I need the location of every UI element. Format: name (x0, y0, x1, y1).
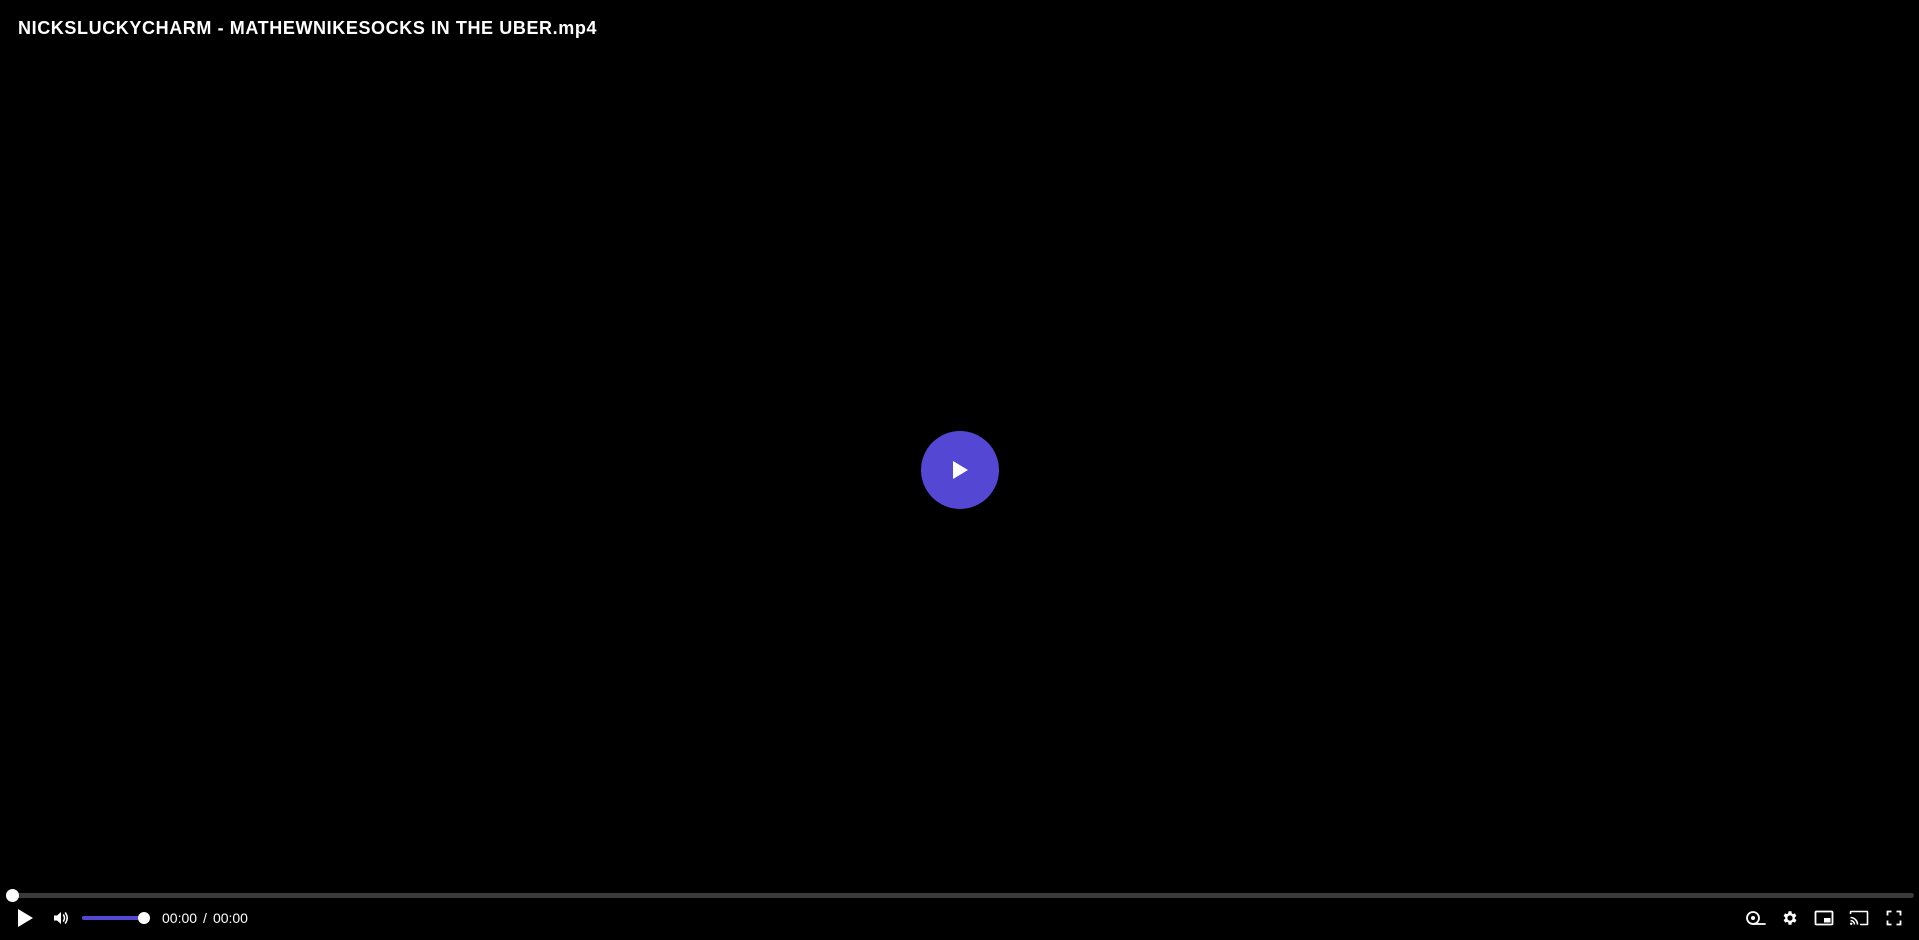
video-title: NICKSLUCKYCHARM - MATHEWNIKESOCKS IN THE… (18, 18, 598, 38)
captions-button[interactable] (1744, 906, 1768, 930)
seek-bar-thumb[interactable] (6, 889, 19, 902)
play-button[interactable] (13, 906, 37, 930)
play-icon (953, 461, 968, 479)
volume-icon (54, 912, 69, 924)
cast-button[interactable] (1847, 906, 1871, 930)
fullscreen-icon (1886, 910, 1902, 926)
gear-icon (1783, 911, 1797, 925)
captions-icon (1746, 911, 1766, 925)
current-time: 00:00 (162, 910, 198, 926)
volume-thumb[interactable] (138, 912, 150, 924)
duration: 00:00 (212, 910, 248, 926)
picture-in-picture-icon (1814, 910, 1834, 926)
time-display: 00:00 / 00:00 (162, 910, 248, 926)
video-player[interactable]: NICKSLUCKYCHARM - MATHEWNIKESOCKS IN THE… (0, 0, 1919, 940)
big-play-button[interactable] (921, 431, 999, 509)
settings-button[interactable] (1778, 906, 1802, 930)
cast-icon (1849, 910, 1869, 926)
picture-in-picture-button[interactable] (1812, 906, 1836, 930)
fullscreen-button[interactable] (1882, 906, 1906, 930)
volume-fill (82, 916, 144, 920)
time-separator: / (203, 910, 207, 926)
seek-bar[interactable] (6, 889, 1914, 902)
volume-slider[interactable] (82, 912, 150, 924)
mute-button[interactable] (49, 906, 73, 930)
control-bar: 00:00 / 00:00 (0, 906, 1919, 930)
play-icon (18, 909, 33, 927)
